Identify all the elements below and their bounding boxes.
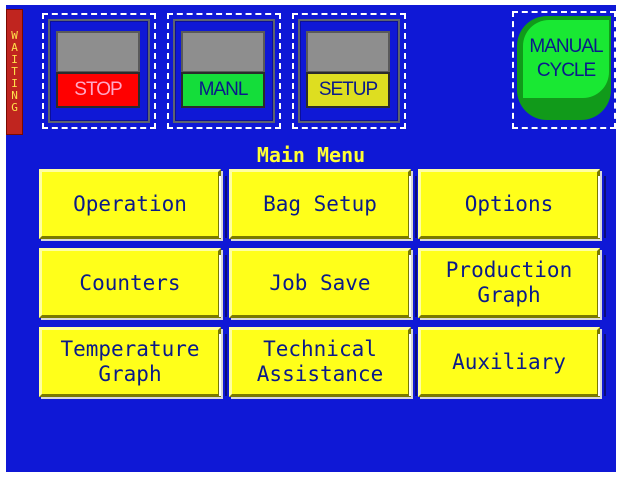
manual-cycle-frame: MANUAL CYCLE [512,11,616,129]
manual-lamp [181,31,265,73]
button-label: Auxiliary [452,349,566,374]
button-label: Technical Assistance [256,337,384,386]
stop-lamp [56,31,140,73]
operation-button[interactable]: Operation [39,169,227,239]
manual-cycle-line1: MANUAL [529,36,603,57]
page-title: Main Menu [256,143,366,167]
temperature-graph-button[interactable]: Temperature Graph [39,327,227,397]
button-label: Job Save [269,270,371,295]
button-label: Operation [73,191,187,216]
button-label: Production Graph [445,258,573,307]
waiting-letter: G [11,101,18,114]
manual-indicator: MANL [181,72,265,108]
manual-status-box: MANL [167,13,281,129]
setup-indicator: SETUP [306,72,390,108]
manual-cycle-face: MANUAL CYCLE [523,20,609,98]
button-label: Options [464,191,554,216]
counters-button[interactable]: Counters [39,248,227,318]
stop-indicator: STOP [56,72,140,108]
waiting-status-strip: W A I T I N G [6,9,23,135]
bag-setup-button[interactable]: Bag Setup [229,169,417,239]
manual-cycle-button[interactable]: MANUAL CYCLE [517,16,611,120]
setup-status-box: SETUP [292,13,406,129]
button-label: Temperature Graph [60,337,200,386]
hmi-screen: W A I T I N G STOP MANL SETUP MANUAL CYC… [0,0,621,477]
setup-lamp [306,31,390,73]
auxiliary-button[interactable]: Auxiliary [418,327,606,397]
button-label: Counters [79,270,181,295]
options-button[interactable]: Options [418,169,606,239]
button-label: Bag Setup [263,191,377,216]
job-save-button[interactable]: Job Save [229,248,417,318]
hmi-panel: W A I T I N G STOP MANL SETUP MANUAL CYC… [6,5,616,472]
technical-assistance-button[interactable]: Technical Assistance [229,327,417,397]
manual-cycle-line2: CYCLE [536,60,596,81]
stop-status-box: STOP [42,13,156,129]
production-graph-button[interactable]: Production Graph [418,248,606,318]
